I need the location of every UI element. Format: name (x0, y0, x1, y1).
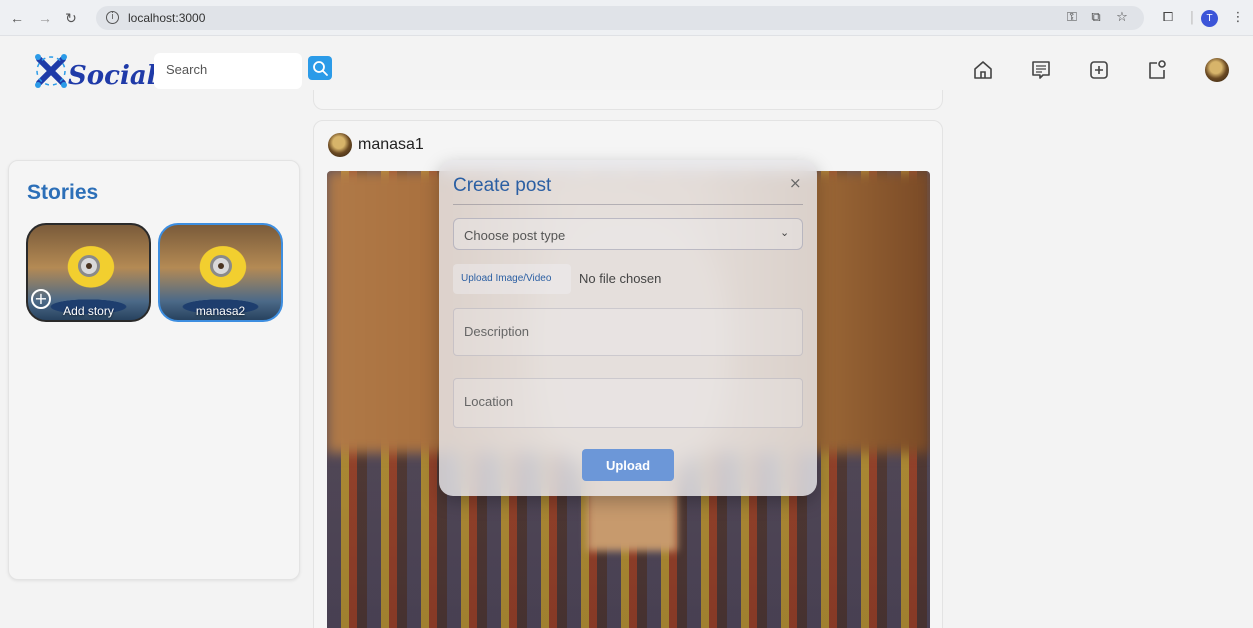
browser-profile-avatar[interactable]: T (1201, 10, 1218, 27)
messages-icon[interactable] (1030, 59, 1052, 81)
previous-post-card (313, 90, 943, 110)
address-url[interactable]: localhost:3000 (128, 11, 205, 25)
story-thumbnail (209, 255, 232, 277)
browser-menu-icon[interactable]: ⋮ (1230, 10, 1246, 26)
upload-file-label: Upload Image/Video (461, 273, 552, 284)
post-author-name[interactable]: manasa1 (358, 136, 424, 154)
description-field[interactable] (453, 308, 803, 356)
home-icon[interactable] (972, 59, 994, 81)
search-button[interactable] (308, 56, 332, 80)
file-status: No file chosen (579, 271, 662, 286)
story-item[interactable]: manasa2 (158, 223, 283, 322)
story-add[interactable]: + Add story (26, 223, 151, 322)
install-app-icon[interactable]: ⧉ (1088, 10, 1104, 26)
location-field[interactable] (453, 378, 803, 428)
modal-divider (453, 204, 803, 205)
notifications-icon[interactable] (1146, 59, 1168, 81)
app-logo[interactable]: SocialX (34, 51, 177, 91)
search-icon (313, 61, 328, 76)
address-bar[interactable]: i localhost:3000 ⚿ ⧉ ☆ (96, 6, 1144, 30)
close-icon[interactable]: × (789, 174, 802, 192)
back-arrow-icon[interactable]: ← (8, 9, 26, 27)
story-thumbnail (77, 255, 100, 277)
logo-mark-icon (35, 54, 67, 88)
bookmark-star-icon[interactable]: ☆ (1114, 10, 1130, 26)
search-field[interactable] (154, 53, 302, 89)
post-author-avatar[interactable] (328, 133, 352, 157)
browser-toolbar: ← → ↻ i localhost:3000 ⚿ ⧉ ☆ ⧠ | T ⋮ (0, 0, 1253, 36)
modal-title: Create post (453, 175, 552, 196)
forward-arrow-icon[interactable]: → (36, 9, 54, 27)
upload-button[interactable]: Upload (582, 449, 674, 481)
description-input[interactable] (464, 324, 784, 339)
profile-avatar[interactable] (1205, 58, 1229, 82)
location-input[interactable] (464, 394, 784, 409)
story-label: Add story (63, 304, 114, 318)
chevron-down-icon: ⌄ (780, 226, 790, 239)
post-type-placeholder: Choose post type (464, 228, 566, 243)
search-input[interactable] (166, 62, 296, 77)
post-type-select[interactable]: Choose post type ⌄ (453, 218, 803, 250)
create-post-modal: Create post × Choose post type ⌄ Upload … (439, 160, 817, 496)
upload-file-button[interactable]: Upload Image/Video (453, 264, 571, 294)
reload-icon[interactable]: ↻ (62, 9, 80, 27)
stories-title: Stories (27, 181, 99, 204)
key-icon[interactable]: ⚿ (1064, 10, 1080, 26)
stories-panel: Stories + Add story manasa2 (8, 160, 300, 580)
create-post-icon[interactable] (1088, 59, 1110, 81)
story-label: manasa2 (195, 304, 246, 318)
site-info-icon[interactable]: i (106, 11, 119, 24)
extensions-icon[interactable]: ⧠ (1160, 10, 1176, 26)
toolbar-divider: | (1189, 10, 1195, 25)
